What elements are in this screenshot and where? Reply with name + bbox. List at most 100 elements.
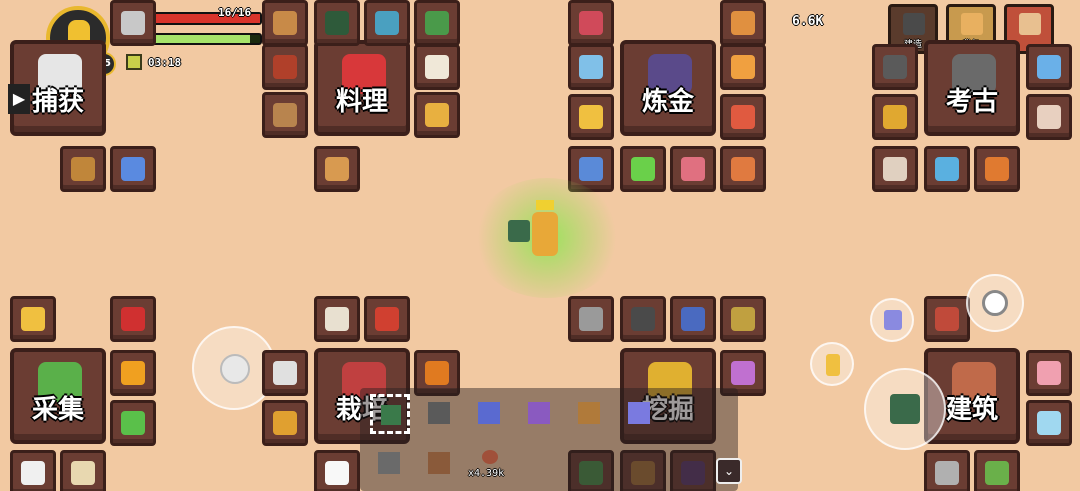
- item-slot[interactable]: [872, 146, 918, 192]
- salad-icon: [425, 11, 449, 35]
- cotton-icon: [21, 461, 45, 485]
- item-slot[interactable]: [568, 0, 614, 46]
- potion-star-icon: [579, 157, 603, 181]
- item-slot[interactable]: [314, 296, 360, 342]
- item-slot[interactable]: [364, 296, 410, 342]
- potion-quick-icon: [826, 354, 840, 376]
- item-slot[interactable]: [1026, 400, 1072, 446]
- item-slot[interactable]: [60, 146, 106, 192]
- item-slot[interactable]: [720, 0, 766, 46]
- sandwich-icon: [325, 157, 349, 181]
- potion-quick-button[interactable]: [810, 342, 854, 386]
- hotbar-expand-button[interactable]: ⌄: [716, 458, 742, 484]
- bug-icon: [71, 157, 95, 181]
- item-slot[interactable]: [872, 44, 918, 90]
- item-slot[interactable]: [60, 450, 106, 491]
- item-slot[interactable]: [314, 146, 360, 192]
- back-arrow-icon[interactable]: ▶: [8, 84, 30, 114]
- item-slot[interactable]: [110, 350, 156, 396]
- item-slot[interactable]: [568, 296, 614, 342]
- skewer-icon: [273, 55, 297, 79]
- item-slot[interactable]: [924, 146, 970, 192]
- hotbar-slot[interactable]: [520, 394, 560, 434]
- station-cooking-label: 料理: [335, 87, 388, 117]
- hp-text: 16/16: [218, 6, 252, 19]
- pickaxe-action-icon: [890, 394, 920, 424]
- sushi-icon: [325, 11, 349, 35]
- item-slot[interactable]: [568, 94, 614, 140]
- item-slot[interactable]: [1026, 94, 1072, 140]
- attack-button[interactable]: [864, 368, 946, 450]
- item-slot[interactable]: [110, 146, 156, 192]
- melon-icon: [121, 411, 145, 435]
- item-slot[interactable]: [414, 44, 460, 90]
- squid-icon: [935, 157, 959, 181]
- item-slot[interactable]: [924, 450, 970, 491]
- scroll-icon: [71, 461, 95, 485]
- item-slot[interactable]: [10, 450, 56, 491]
- item-slot[interactable]: [924, 296, 970, 342]
- item-slot[interactable]: [720, 146, 766, 192]
- hotbar-slot-selected[interactable]: [370, 394, 410, 434]
- item-slot[interactable]: [364, 0, 410, 46]
- item-slot[interactable]: [720, 296, 766, 342]
- item-slot[interactable]: [414, 92, 460, 138]
- egg-white-icon: [325, 461, 349, 485]
- hotbar: x4.39k: [360, 388, 738, 491]
- pickaxe-icon: [508, 220, 530, 242]
- item-slot[interactable]: [872, 94, 918, 140]
- item-slot[interactable]: [1026, 44, 1072, 90]
- item-slot[interactable]: [1026, 350, 1072, 396]
- lamp-icon: [21, 307, 45, 331]
- meat-icon: [482, 450, 498, 464]
- item-slot[interactable]: [314, 0, 360, 46]
- item-slot[interactable]: [620, 296, 666, 342]
- mace-skill-button[interactable]: [870, 298, 914, 342]
- chandelier-icon: [883, 55, 907, 79]
- item-slot[interactable]: [720, 94, 766, 140]
- item-slot[interactable]: [262, 400, 308, 446]
- snake-icon: [985, 157, 1009, 181]
- item-slot[interactable]: [262, 350, 308, 396]
- spear-icon: [628, 402, 650, 424]
- item-slot[interactable]: [670, 296, 716, 342]
- item-slot[interactable]: [110, 0, 156, 46]
- blue-sword-icon: [478, 402, 500, 424]
- item-slot[interactable]: [670, 146, 716, 192]
- brick-icon: [935, 307, 959, 331]
- skill-button[interactable]: [966, 274, 1024, 332]
- item-slot[interactable]: [414, 0, 460, 46]
- potion-pink-icon: [681, 157, 705, 181]
- item-slot[interactable]: [974, 146, 1020, 192]
- hotbar-slot[interactable]: [620, 394, 660, 434]
- station-archaeology[interactable]: 考古: [924, 40, 1020, 136]
- crystal-icon: [1037, 55, 1061, 79]
- hotbar-slot[interactable]: [470, 394, 510, 434]
- item-slot[interactable]: [262, 0, 308, 46]
- item-icon: [121, 11, 145, 35]
- item-slot[interactable]: [720, 44, 766, 90]
- item-slot[interactable]: [110, 400, 156, 446]
- item-slot[interactable]: [974, 450, 1020, 491]
- station-cooking[interactable]: 料理: [314, 40, 410, 136]
- station-gather[interactable]: 采集: [10, 348, 106, 444]
- coal-icon: [631, 307, 655, 331]
- joystick-knob[interactable]: [220, 354, 250, 384]
- item-slot[interactable]: [568, 44, 614, 90]
- hotbar-slot[interactable]: [420, 446, 460, 486]
- item-slot[interactable]: [262, 92, 308, 138]
- item-slot[interactable]: [314, 450, 360, 491]
- item-slot[interactable]: [262, 44, 308, 90]
- hotbar-slot[interactable]: [570, 394, 610, 434]
- station-alchemy[interactable]: 炼金: [620, 40, 716, 136]
- hotbar-slot[interactable]: [370, 446, 410, 486]
- xp-fill: [140, 35, 251, 43]
- item-slot[interactable]: [10, 296, 56, 342]
- item-slot[interactable]: [110, 296, 156, 342]
- backpack-icon: [961, 13, 983, 35]
- hotbar-slot[interactable]: [420, 394, 460, 434]
- rice-ball-icon: [425, 55, 449, 79]
- item-slot[interactable]: [620, 146, 666, 192]
- build-icon: [903, 13, 925, 35]
- station-gather-label: 采集: [31, 395, 84, 425]
